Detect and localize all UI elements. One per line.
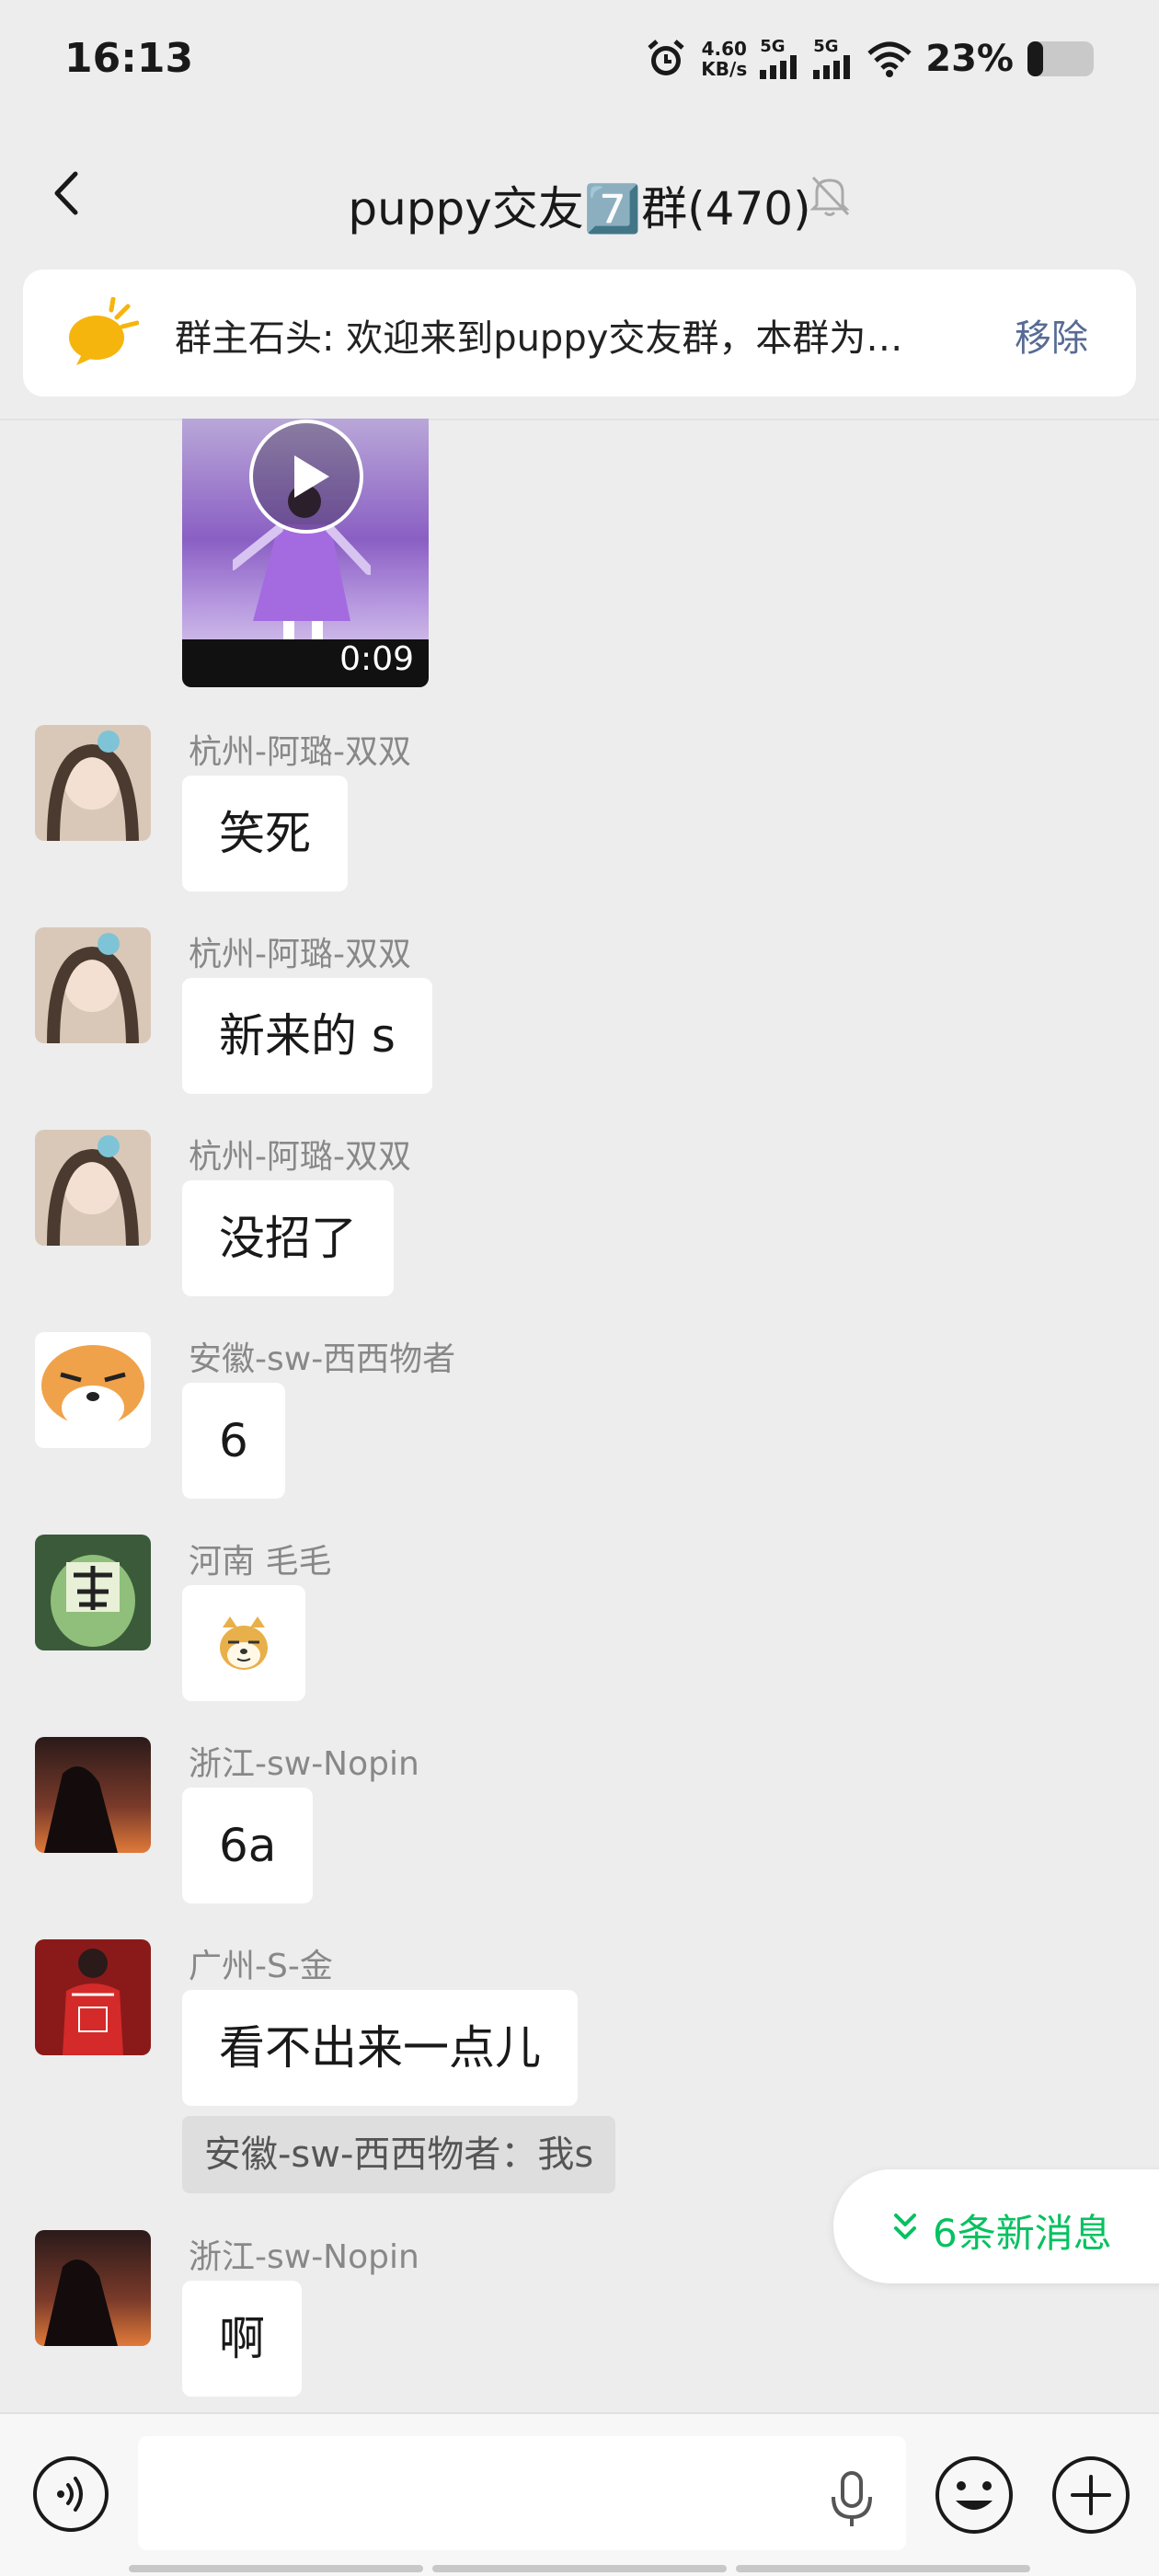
net-speed: 4.60 KB/s [701,39,747,79]
sim1-signal: 5G [760,39,800,79]
divider [0,419,1159,420]
signal-icon [760,55,798,79]
net-speed-value: 4.60 [701,38,747,60]
sender-name: 河南 毛毛 [189,1543,332,1581]
sim2-label: 5G [813,37,839,56]
message-bubble[interactable]: 6 [182,1383,285,1499]
input-bar [0,2412,1159,2576]
alarm-icon [648,40,684,75]
mute-bell-icon [809,176,850,216]
video-message[interactable]: 0:09 [182,419,429,687]
battery-icon [1027,41,1094,76]
avatar[interactable] [35,1535,151,1650]
net-speed-unit: KB/s [701,58,748,80]
title-bar: puppy交友7️⃣群(470) [0,124,1159,262]
play-icon[interactable] [248,419,364,535]
plus-icon[interactable] [1050,2455,1131,2536]
avatar[interactable] [35,725,151,841]
message-bubble[interactable]: 笑死 [182,776,348,891]
message-input[interactable] [138,2436,906,2550]
doge-emoji-icon [220,1616,268,1670]
status-bar: 16:13 4.60 KB/s 5G 5G 23% [0,0,1159,124]
mic-icon[interactable] [828,2469,876,2530]
status-time: 16:13 [64,35,194,82]
chat-title: puppy交友7️⃣群(470) [348,182,811,236]
message-bubble[interactable]: 啊 [182,2281,302,2397]
voice-icon[interactable] [31,2455,110,2534]
message-bubble[interactable]: 看不出来一点儿 [182,1990,578,2106]
speaker-bubble-icon [69,297,139,365]
quoted-reply[interactable]: 安徽-sw-西西物者：我s [182,2116,616,2193]
avatar[interactable] [35,1332,151,1448]
remove-pin-button[interactable]: 移除 [1015,308,1088,362]
avatar[interactable] [35,1130,151,1246]
new-messages-button[interactable]: 6条新消息 [833,2169,1159,2283]
emoji-icon[interactable] [934,2455,1015,2536]
avatar[interactable] [35,927,151,1043]
sender-name: 杭州-阿璐-双双 [189,1138,411,1176]
sender-name: 浙江-sw-Nopin [189,1745,419,1783]
gesture-bar [129,2565,1030,2572]
battery-percent: 23% [925,38,1014,80]
message-bubble[interactable]: 新来的 s [182,978,432,1094]
status-icons: 4.60 KB/s 5G 5G 23% [644,31,1095,86]
sender-name: 杭州-阿璐-双双 [189,733,411,771]
double-chevron-down-icon [894,2214,916,2239]
pinned-announcement[interactable]: 群主石头: 欢迎来到puppy交友群，本群为… 移除 [23,270,1136,397]
video-duration: 0:09 [339,640,414,678]
pinned-text: 群主石头: 欢迎来到puppy交友群，本群为… [175,317,903,360]
new-messages-label: 6条新消息 [933,2211,1112,2256]
sender-name: 广州-S-金 [189,1948,333,1985]
avatar[interactable] [35,1737,151,1853]
sim2-signal: 5G [813,39,854,79]
sender-name: 杭州-阿璐-双双 [189,936,411,973]
wifi-icon [867,41,912,77]
message-bubble[interactable]: 6a [182,1788,314,1903]
message-bubble[interactable]: 没招了 [182,1180,394,1296]
message-bubble[interactable] [182,1585,305,1701]
avatar[interactable] [35,1939,151,2055]
avatar[interactable] [35,2230,151,2346]
sender-name: 安徽-sw-西西物者 [189,1340,456,1378]
signal-icon [813,55,851,79]
sender-name: 浙江-sw-Nopin [189,2238,419,2276]
sim1-label: 5G [760,37,786,56]
